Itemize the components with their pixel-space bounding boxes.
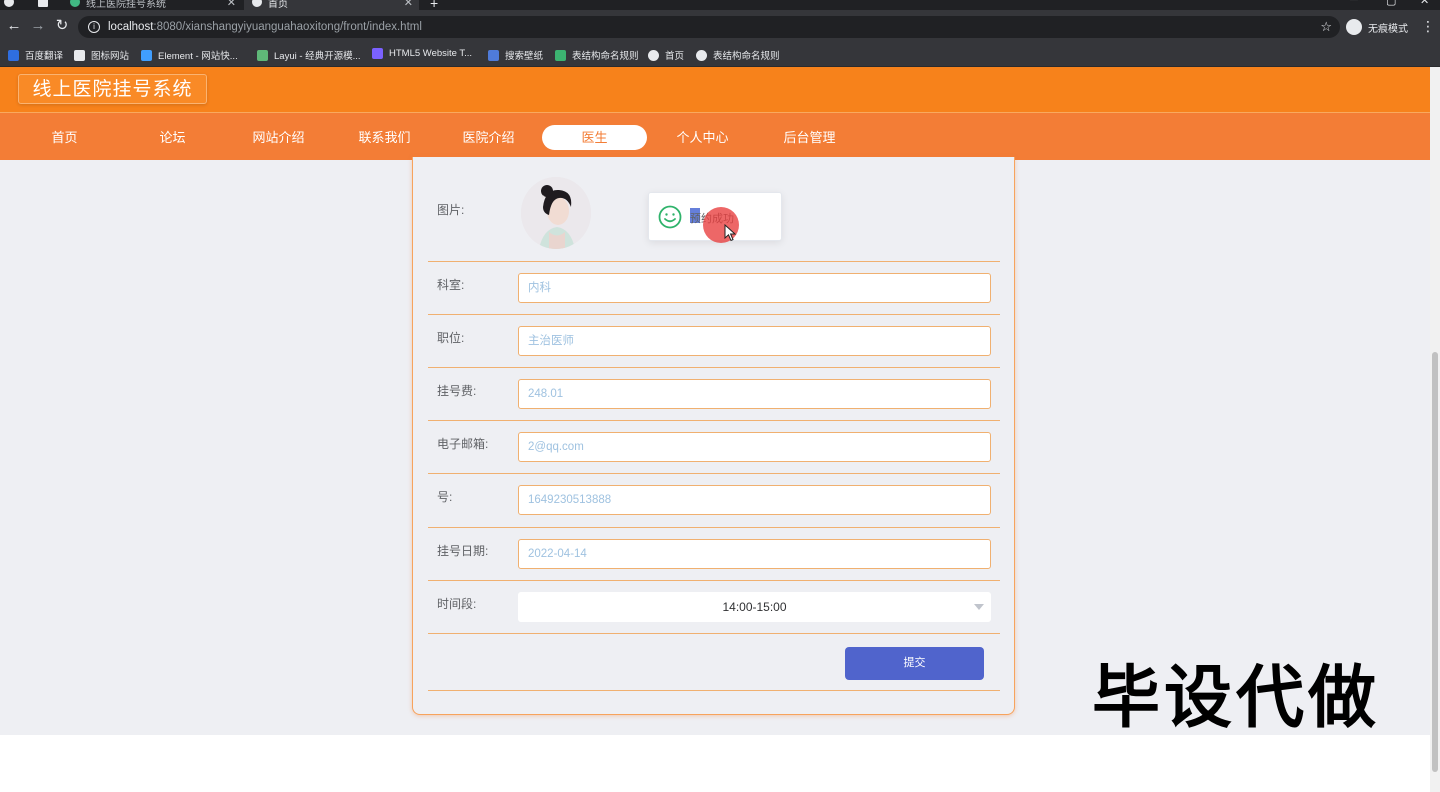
mouse-cursor-icon: [724, 224, 737, 242]
bookmark-item[interactable]: 首页: [648, 48, 684, 62]
flag-icon: [74, 49, 85, 61]
number-label: 号:: [437, 490, 453, 504]
form-row-number: 号: 1649230513888: [428, 474, 1000, 528]
bookmarks-bar: 百度翻译 图标网站 Element - 网站快... Layui - 经典开源模…: [0, 44, 1440, 67]
department-label: 科室:: [437, 278, 465, 292]
nav-about-site[interactable]: 网站介绍: [226, 125, 331, 150]
nav-contact[interactable]: 联系我们: [332, 125, 437, 150]
new-tab-icon[interactable]: +: [430, 0, 438, 10]
bookmark-item[interactable]: HTML5 Website T...: [372, 48, 472, 59]
menu-icon[interactable]: ⋮: [1421, 18, 1435, 35]
date-field[interactable]: 2022-04-14: [518, 539, 991, 569]
form-row-email: 电子邮箱: 2@qq.com: [428, 421, 1000, 474]
globe-icon: [696, 49, 707, 61]
form-row-fee: 挂号费: 248.01: [428, 368, 1000, 421]
fee-field[interactable]: 248.01: [518, 379, 991, 409]
position-field[interactable]: 主治医师: [518, 326, 991, 356]
bookmark-item[interactable]: 图标网站: [74, 48, 129, 62]
vue-icon: [70, 0, 80, 7]
nav-doctor[interactable]: 医生: [542, 125, 647, 150]
booking-form: 图片: 预: [412, 157, 1015, 715]
close-icon[interactable]: ✕: [404, 0, 413, 9]
number-field[interactable]: 1649230513888: [518, 485, 991, 515]
nav-hospital-intro[interactable]: 医院介绍: [436, 125, 541, 150]
page-viewport: 线上医院挂号系统 首页 论坛 网站介绍 联系我们 医院介绍 医生 个人中心 后台…: [0, 67, 1430, 792]
photo-label: 图片:: [437, 203, 465, 217]
tab-title: 首页: [268, 0, 288, 10]
url-text: localhost:8080/xianshangyiyuanguahaoxito…: [108, 21, 422, 33]
form-row-department: 科室: 内科: [428, 262, 1000, 315]
window-close-icon[interactable]: ✕: [1420, 0, 1429, 7]
form-row-photo: 图片: 预: [428, 157, 1000, 262]
scrollbar-thumb[interactable]: [1432, 352, 1438, 772]
time-label: 时间段:: [437, 597, 477, 611]
site-logo[interactable]: 线上医院挂号系统: [18, 74, 207, 104]
email-field[interactable]: 2@qq.com: [518, 432, 991, 462]
wallpaper-icon: [488, 49, 499, 61]
forward-icon[interactable]: →: [30, 18, 46, 34]
site-header: 线上医院挂号系统: [0, 67, 1430, 112]
bookmark-item[interactable]: 表结构命名规则: [696, 48, 780, 62]
date-label: 挂号日期:: [437, 544, 489, 558]
time-select-value: 14:00-15:00: [722, 600, 787, 614]
page-scrollbar[interactable]: [1430, 67, 1440, 792]
back-icon[interactable]: ←: [6, 18, 22, 34]
bookmark-item[interactable]: Layui - 经典开源模...: [257, 48, 361, 62]
reload-icon[interactable]: ↻: [54, 18, 70, 34]
watermark-text: 毕设代做: [1092, 659, 1381, 738]
tab-overview-icon[interactable]: [38, 0, 52, 10]
time-select[interactable]: 14:00-15:00: [518, 592, 991, 622]
address-bar-row: ← → ↻ i localhost:8080/xianshangyiyuangu…: [0, 10, 1440, 44]
layui-icon: [257, 49, 268, 61]
main-nav: 首页 论坛 网站介绍 联系我们 医院介绍 医生 个人中心 后台管理: [0, 112, 1430, 160]
site-info-icon[interactable]: i: [88, 21, 100, 33]
globe-icon: [252, 0, 262, 7]
nav-home[interactable]: 首页: [12, 125, 117, 150]
sheet-icon: [555, 49, 566, 61]
url-input[interactable]: i localhost:8080/xianshangyiyuanguahaoxi…: [78, 16, 1340, 38]
tab-title: 线上医院挂号系统: [86, 0, 166, 10]
doctor-photo: [521, 177, 591, 249]
translate-icon: [8, 49, 19, 61]
bookmark-item[interactable]: Element - 网站快...: [141, 48, 238, 62]
incognito-icon: [1346, 19, 1362, 35]
fee-label: 挂号费:: [437, 384, 477, 398]
close-icon[interactable]: ✕: [227, 0, 236, 9]
bookmark-star-icon[interactable]: ☆: [1320, 19, 1332, 35]
element-icon: [141, 49, 152, 61]
email-label: 电子邮箱:: [437, 437, 489, 451]
maximize-icon[interactable]: ▢: [1386, 0, 1396, 7]
browser-tab-strip: 线上医院挂号系统 ✕ 首页 ✕ + ─ ▢ ✕: [0, 0, 1440, 10]
incognito-indicator[interactable]: 无痕模式: [1346, 19, 1408, 35]
tab-home[interactable]: 首页 ✕: [244, 0, 419, 10]
browser-icon: [4, 0, 18, 10]
incognito-label: 无痕模式: [1368, 23, 1408, 35]
tab-hospital-system[interactable]: 线上医院挂号系统 ✕: [62, 0, 242, 10]
minimize-icon[interactable]: ─: [1350, 0, 1358, 6]
nav-personal-center[interactable]: 个人中心: [650, 125, 755, 150]
form-row-position: 职位: 主治医师: [428, 315, 1000, 368]
bookmark-item[interactable]: 表结构命名规则: [555, 48, 639, 62]
form-row-date: 挂号日期: 2022-04-14: [428, 528, 1000, 581]
smile-icon: [658, 205, 682, 229]
nav-admin[interactable]: 后台管理: [757, 125, 862, 150]
department-field[interactable]: 内科: [518, 273, 991, 303]
chevron-down-icon: [974, 604, 984, 610]
bookmark-item[interactable]: 搜索壁纸: [488, 48, 543, 62]
position-label: 职位:: [437, 331, 465, 345]
bookmark-item[interactable]: 百度翻译: [8, 48, 63, 62]
globe-icon: [648, 49, 659, 61]
nav-forum[interactable]: 论坛: [120, 125, 225, 150]
html5-icon: [372, 48, 383, 59]
form-row-time: 时间段: 14:00-15:00: [428, 581, 1000, 634]
submit-button[interactable]: 提交: [845, 647, 984, 680]
